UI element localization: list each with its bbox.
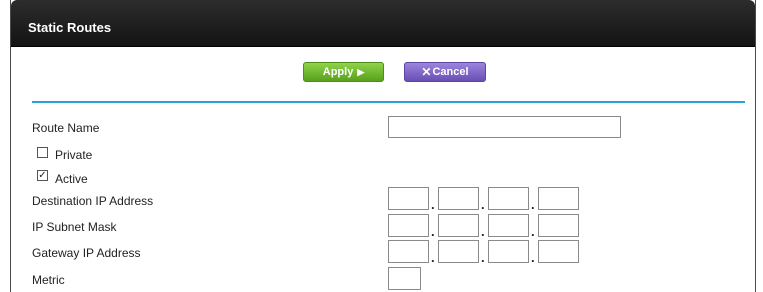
page-title: Static Routes — [28, 20, 112, 35]
gateway-ip-label: Gateway IP Address — [32, 246, 141, 260]
octet-separator: . — [531, 224, 535, 239]
gateway-ip-octet-3[interactable] — [488, 240, 529, 263]
subnet-mask-label: IP Subnet Mask — [32, 220, 117, 234]
octet-separator: . — [481, 197, 485, 212]
destination-ip-octet-3[interactable] — [488, 187, 529, 210]
destination-ip-octet-2[interactable] — [438, 187, 479, 210]
subnet-mask-octet-4[interactable] — [538, 214, 579, 237]
octet-separator: . — [431, 250, 435, 265]
subnet-mask-octet-2[interactable] — [438, 214, 479, 237]
private-label: Private — [55, 148, 93, 162]
close-icon: ✕ — [421, 65, 432, 79]
subnet-mask-octet-1[interactable] — [388, 214, 429, 237]
section-divider — [32, 101, 745, 103]
route-name-input[interactable] — [388, 116, 621, 138]
cancel-button-label: Cancel — [432, 66, 469, 78]
gateway-ip-octet-4[interactable] — [538, 240, 579, 263]
active-label: Active — [55, 172, 88, 186]
play-arrow-icon: ▶ — [357, 66, 365, 77]
subnet-mask-octet-3[interactable] — [488, 214, 529, 237]
octet-separator: . — [531, 197, 535, 212]
route-name-label: Route Name — [32, 121, 100, 135]
gateway-ip-octet-2[interactable] — [438, 240, 479, 263]
destination-ip-octet-1[interactable] — [388, 187, 429, 210]
cancel-button[interactable]: ✕ Cancel — [404, 62, 486, 82]
octet-separator: . — [531, 250, 535, 265]
octet-separator: . — [481, 250, 485, 265]
panel-title-bar: Static Routes — [11, 0, 755, 47]
static-routes-panel: Static Routes Apply ▶ ✕ Cancel Route Nam… — [10, 0, 756, 292]
checkmark-icon: ✓ — [38, 169, 47, 181]
destination-ip-octet-4[interactable] — [538, 187, 579, 210]
octet-separator: . — [431, 197, 435, 212]
octet-separator: . — [431, 224, 435, 239]
metric-input[interactable] — [388, 267, 421, 290]
apply-button-label: Apply — [322, 66, 354, 78]
apply-button[interactable]: Apply ▶ — [303, 62, 384, 82]
private-checkbox[interactable] — [37, 147, 48, 158]
octet-separator: . — [481, 224, 485, 239]
destination-ip-label: Destination IP Address — [32, 194, 154, 208]
metric-label: Metric — [32, 273, 65, 287]
gateway-ip-octet-1[interactable] — [388, 240, 429, 263]
active-checkbox[interactable]: ✓ — [37, 170, 48, 181]
